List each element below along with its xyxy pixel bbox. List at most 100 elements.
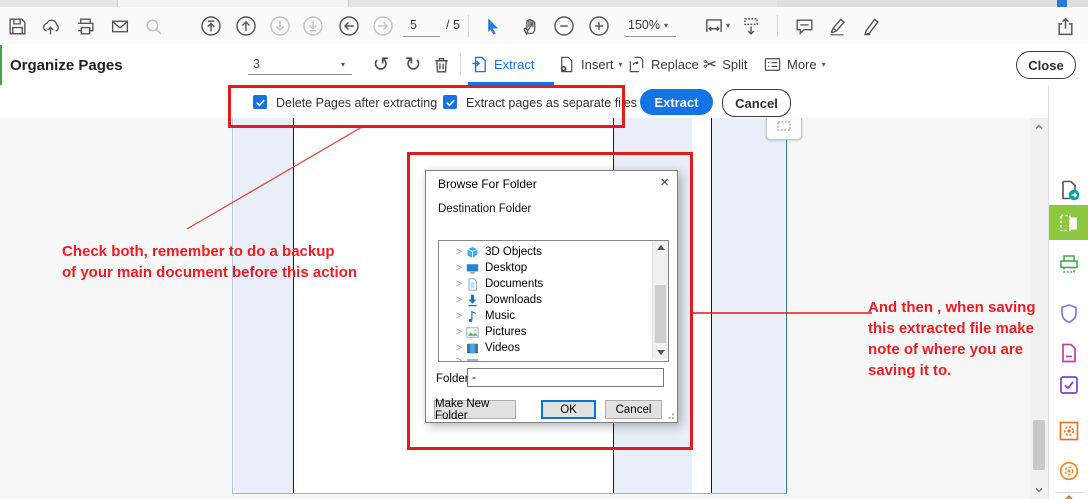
tab-more[interactable]: More ▾	[763, 50, 826, 79]
tree-item-pictures[interactable]: > Pictures	[439, 324, 649, 340]
tree-item-music[interactable]: > Music	[439, 308, 649, 324]
tab-split[interactable]: ✂ Split	[703, 50, 748, 79]
email-button[interactable]	[106, 11, 134, 41]
ok-button[interactable]: OK	[541, 400, 596, 419]
scroll-down-icon[interactable]	[1034, 485, 1044, 495]
sign-tool-button[interactable]	[857, 11, 885, 41]
folder-tree[interactable]: >3D Objects > Desktop > Documents > Downloads >…	[438, 240, 669, 362]
zoom-in-button[interactable]	[585, 11, 613, 41]
page-scroll-button[interactable]	[737, 11, 765, 41]
rotate-cw-button[interactable]: ↻	[399, 49, 427, 79]
extract-options-bar: Delete Pages after extracting Extract pa…	[0, 85, 1048, 119]
print-button[interactable]	[71, 11, 99, 41]
acrobat-window: 5 / 5 150% ▾ ▾ Organize Pages 3 ▾ ↺ ↻ Ex…	[0, 0, 1088, 499]
fit-width-button[interactable]	[700, 11, 728, 41]
comment-tool-button[interactable]	[790, 11, 818, 41]
scroll-down-icon[interactable]	[656, 350, 665, 355]
page-number-input[interactable]: 5	[410, 18, 417, 32]
previous-view-button[interactable]	[335, 11, 363, 41]
document-tab[interactable]	[117, 0, 349, 7]
separate-files-checkbox[interactable]	[443, 95, 457, 109]
toolbar-divider	[460, 53, 461, 75]
tree-scrollbar-thumb[interactable]	[655, 285, 666, 343]
check-icon	[255, 99, 265, 106]
tree-scrollbar[interactable]	[652, 241, 668, 359]
page-controls-toggle-button[interactable]	[766, 118, 802, 140]
cube-icon	[465, 246, 480, 259]
search-button[interactable]	[139, 11, 167, 41]
rotate-ccw-icon: ↺	[372, 53, 390, 76]
highlight-tool-button[interactable]	[823, 11, 851, 41]
dialog-cancel-button[interactable]: Cancel	[605, 400, 662, 419]
last-page-button[interactable]	[299, 11, 327, 41]
sidebar-tool-action-wizard[interactable]	[1049, 416, 1088, 446]
tab-insert[interactable]: Insert ▾	[557, 50, 623, 79]
protect-icon	[1057, 302, 1081, 326]
tree-item-documents[interactable]: > Documents	[439, 276, 649, 292]
chevron-down-icon[interactable]: ▾	[726, 22, 730, 30]
sidebar-tool-settings-gear-2[interactable]	[1049, 492, 1088, 499]
sidebar-tool-protect[interactable]	[1049, 299, 1088, 329]
tab-replace[interactable]: Replace	[627, 50, 699, 79]
scrollbar-thumb[interactable]	[1033, 420, 1045, 470]
next-view-button[interactable]	[369, 11, 397, 41]
scroll-up-icon[interactable]	[1034, 122, 1044, 132]
sidebar-tool-redact[interactable]	[1049, 338, 1088, 368]
extract-cancel-button[interactable]: Cancel	[722, 89, 791, 117]
insert-page-icon	[560, 56, 573, 73]
expander-icon[interactable]: >	[453, 294, 465, 306]
zoom-in-icon	[589, 16, 609, 36]
resize-grip[interactable]	[665, 410, 675, 420]
export-pdf-icon	[1057, 178, 1081, 202]
list-icon	[764, 58, 781, 71]
make-new-folder-button[interactable]: Make New Folder	[434, 398, 516, 422]
tree-item-downloads[interactable]: > Downloads	[439, 292, 649, 308]
extract-page-icon	[472, 56, 486, 73]
previous-view-icon	[339, 16, 359, 36]
sidebar-tool-organize-pages[interactable]	[1049, 205, 1088, 240]
comment-icon	[795, 19, 813, 35]
zoom-out-button[interactable]	[550, 11, 578, 41]
share-button[interactable]	[1051, 11, 1079, 41]
expander-icon[interactable]: >	[453, 326, 465, 338]
scroll-up-icon[interactable]	[656, 245, 665, 250]
expander-icon[interactable]: >	[453, 262, 465, 274]
upload-cloud-button[interactable]	[36, 11, 64, 41]
tree-item-clipped[interactable]: >	[439, 353, 649, 361]
sidebar-tool-enhance-scans[interactable]	[1049, 249, 1088, 279]
extract-confirm-button[interactable]: Extract	[640, 89, 713, 115]
delete-pages-checkbox-label[interactable]: Delete Pages after extracting	[276, 96, 437, 110]
close-button[interactable]: Close	[1016, 51, 1076, 79]
rotate-ccw-button[interactable]: ↺	[367, 49, 395, 79]
next-page-button[interactable]	[266, 11, 294, 41]
chevron-down-icon[interactable]: ▾	[664, 22, 668, 30]
music-icon	[465, 310, 480, 323]
select-tool-button[interactable]	[477, 11, 505, 41]
email-icon	[111, 20, 129, 32]
expander-icon[interactable]: >	[453, 310, 465, 322]
expander-icon[interactable]: >	[453, 278, 465, 290]
tree-item-3d-objects[interactable]: >3D Objects	[439, 244, 649, 260]
sidebar-tool-prepare-form[interactable]	[1049, 370, 1088, 400]
tree-item-desktop[interactable]: > Desktop	[439, 260, 649, 276]
expander-icon[interactable]: >	[453, 246, 465, 258]
highlight-icon	[830, 18, 846, 36]
tab-extract[interactable]: Extract	[470, 50, 534, 79]
delete-pages-checkbox[interactable]	[253, 95, 267, 109]
close-icon[interactable]: ×	[660, 175, 669, 190]
page-range-underline	[248, 74, 352, 75]
folder-name-input[interactable]	[467, 368, 664, 387]
save-button[interactable]	[3, 11, 31, 41]
sidebar-tool-export-pdf[interactable]	[1049, 175, 1088, 205]
sidebar-tool-settings-gear-1[interactable]	[1049, 456, 1088, 486]
previous-page-button[interactable]	[232, 11, 260, 41]
page-range-input[interactable]: 3	[253, 57, 260, 71]
separate-files-checkbox-label[interactable]: Extract pages as separate files	[466, 96, 637, 110]
delete-pages-button[interactable]	[427, 49, 455, 79]
chevron-down-icon: ▾	[821, 59, 826, 69]
first-page-button[interactable]	[197, 11, 225, 41]
chevron-down-icon[interactable]: ▾	[341, 61, 345, 69]
zoom-level-select[interactable]: 150%	[628, 18, 660, 32]
table-column-line	[293, 118, 294, 493]
hand-tool-button[interactable]	[516, 11, 544, 41]
